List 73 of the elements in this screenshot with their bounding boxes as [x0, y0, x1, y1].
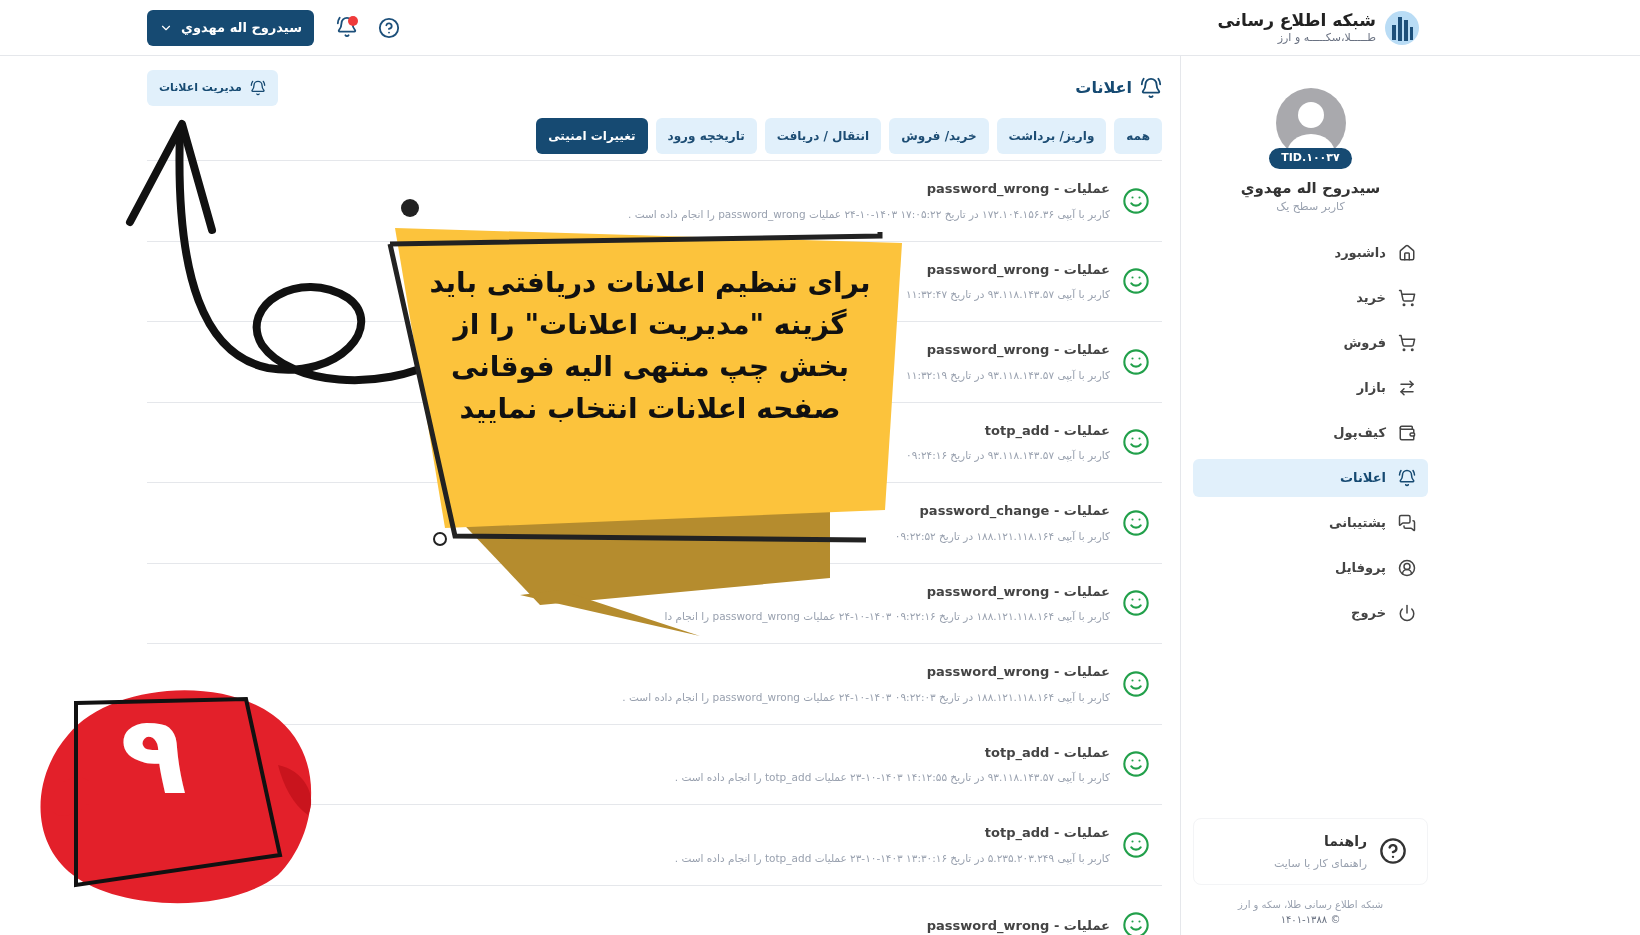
help-subtitle: راهنمای کار با سایت: [1273, 855, 1367, 872]
notification-description: کاربر با آیپی ۹۳.۱۱۸.۱۴۳.۵۷ در تاریخ ۱۴:۱۲:۵۵ ۱۴۰۳-۱۰-۲۳ عملیات totp_add را انجام داده است .: [674, 770, 1110, 786]
notification-title: عملیات - totp_add: [983, 824, 1110, 843]
notification-title: عملیات - password_wrong: [925, 663, 1110, 682]
smiley-icon: [1122, 911, 1150, 935]
bell-icon: [249, 80, 266, 96]
user-id-badge: TID.۱۰۰۳۷: [1269, 148, 1352, 169]
footer-text: شبکه اطلاع رسانی طلا، سکه و ارز: [1237, 898, 1384, 912]
help-icon: [1379, 837, 1407, 866]
callout-text: برای تنظیم اعلانات دریافتی باید گزینه "مدیریت اعلانات" را از بخش چپ منتهی الیه فوقانی صفحه اعلانات انتخاب نمایید: [428, 265, 872, 427]
smiley-icon: [1122, 830, 1150, 859]
notification-title: عملیات - password_wrong: [925, 260, 1110, 280]
notification-title: عملیات - password_wrong: [925, 180, 1110, 199]
notification-title: عملیات - password_change: [918, 502, 1110, 521]
smiley-icon: [1122, 267, 1150, 296]
notification-title: عملیات - password_wrong: [926, 916, 1110, 935]
smiley-icon: [1122, 750, 1150, 779]
copyright: © ۱۴۰۱-۱۳۸۸: [1280, 913, 1341, 927]
exchange-icon: [1398, 378, 1416, 397]
filter-tab[interactable]: تاریخچه ورود: [655, 118, 757, 154]
filter-tab[interactable]: انتقال / دریافت: [764, 118, 882, 154]
notification-title: عملیات - totp_add: [983, 421, 1110, 441]
power-icon: [1398, 603, 1416, 622]
notification-title: عملیات - totp_add: [983, 743, 1110, 763]
chat-icon: [1398, 513, 1416, 532]
help-title: راهنما: [1323, 831, 1367, 851]
help-card[interactable]: راهنما راهنمای کار با سایت: [1193, 817, 1428, 885]
notification-description: کاربر با آیپی ۹۳.۱۱۸.۱۴۳.۵۷ در تاریخ ۰۹:۲۴:۱۶: [906, 448, 1110, 464]
smiley-icon: [1122, 186, 1150, 215]
notification-description: کاربر با آیپی ۵.۲۳۵.۲۰۳.۲۴۹ در تاریخ ۱۳:۳۰:۱۶ ۱۴۰۳-۱۰-۲۳ عملیات totp_add را انجام داده است .: [674, 850, 1110, 867]
user-menu-button[interactable]: سیدروح اله مهدوي: [147, 9, 314, 46]
sidebar-item[interactable]: خرید: [1193, 278, 1428, 317]
page-title: اعلانات: [1075, 77, 1132, 99]
smiley-icon: [1122, 508, 1150, 537]
smiley-icon: [1122, 669, 1150, 698]
sidebar-item[interactable]: پشتیبانی: [1193, 503, 1428, 542]
filter-tab[interactable]: واریز/ برداشت: [996, 118, 1107, 154]
logo-icon: [1384, 9, 1420, 46]
notification-title: عملیات - password_wrong: [925, 341, 1110, 360]
home-icon: [1398, 243, 1416, 262]
manage-notifications-button[interactable]: مدیریت اعلانات: [147, 70, 278, 106]
bell-icon: [1398, 468, 1416, 487]
sidebar-item[interactable]: پروفایل: [1193, 548, 1428, 587]
logo-subtitle: طـــــلا،سکـــــه و ارز: [1276, 31, 1376, 45]
filter-tab[interactable]: همه: [1114, 118, 1162, 154]
filter-tab[interactable]: تغییرات امنیتی: [536, 118, 648, 154]
user-role: کاربر سطح یک: [1276, 199, 1345, 215]
notification-description: کاربر با آیپی ۱۸۸.۱۲۱.۱۱۸.۱۶۴ در تاریخ ۰۹:۲۲:۱۶ ۱۴۰۳-۱۰-۲۴ عملیات password_wrong را انجام دا: [664, 609, 1110, 625]
smiley-icon: [1122, 428, 1150, 457]
notification-description: کاربر با آیپی ۹۳.۱۱۸.۱۴۳.۵۷ در تاریخ ۱۱:۳۲:۱۹: [906, 367, 1110, 384]
step-number: ۹: [120, 700, 188, 810]
logo-title: شبکه اطلاع رسانی: [1217, 10, 1376, 32]
notification-description: کاربر با آیپی ۱۸۸.۱۲۱.۱۱۸.۱۶۴ در تاریخ ۰۹:۲۲:۵۲: [894, 528, 1110, 545]
notification-description: کاربر با آیپی ۹۳.۱۱۸.۱۴۳.۵۷ در تاریخ ۱۱:۳۲:۴۷: [906, 287, 1110, 303]
filter-tab[interactable]: خرید/ فروش: [889, 118, 989, 154]
cart-icon: [1398, 333, 1416, 352]
sidebar-item[interactable]: بازار: [1193, 368, 1428, 407]
sidebar-item[interactable]: فروش: [1193, 323, 1428, 362]
user-icon: [1398, 558, 1416, 577]
cart-icon: [1398, 288, 1416, 307]
sidebar-item[interactable]: اعلانات: [1193, 458, 1428, 497]
help-icon[interactable]: [377, 16, 400, 39]
sidebar-item[interactable]: داشبورد: [1193, 233, 1428, 272]
user-name: سیدروح اله مهدوي: [1240, 177, 1381, 199]
wallet-icon: [1398, 423, 1416, 442]
sidebar-item[interactable]: کیف‌پول: [1193, 413, 1428, 452]
bell-icon: [1140, 77, 1162, 99]
notification-title: عملیات - password_wrong: [925, 582, 1110, 602]
smiley-icon: [1122, 589, 1150, 618]
notification-description: کاربر با آیپی ۱۷۲.۱۰۴.۱۵۶.۳۶ در تاریخ ۱۷:۰۵:۲۲ ۱۴۰۳-۱۰-۲۴ عملیات password_wrong را انجام داده است .: [628, 206, 1110, 223]
notification-description: کاربر با آیپی ۱۸۸.۱۲۱.۱۱۸.۱۶۴ در تاریخ ۰۹:۲۲:۰۳ ۱۴۰۳-۱۰-۲۴ عملیات password_wrong را انجام داده است .: [622, 689, 1110, 706]
sidebar-item[interactable]: خروج: [1193, 593, 1428, 632]
smiley-icon: [1122, 347, 1150, 376]
